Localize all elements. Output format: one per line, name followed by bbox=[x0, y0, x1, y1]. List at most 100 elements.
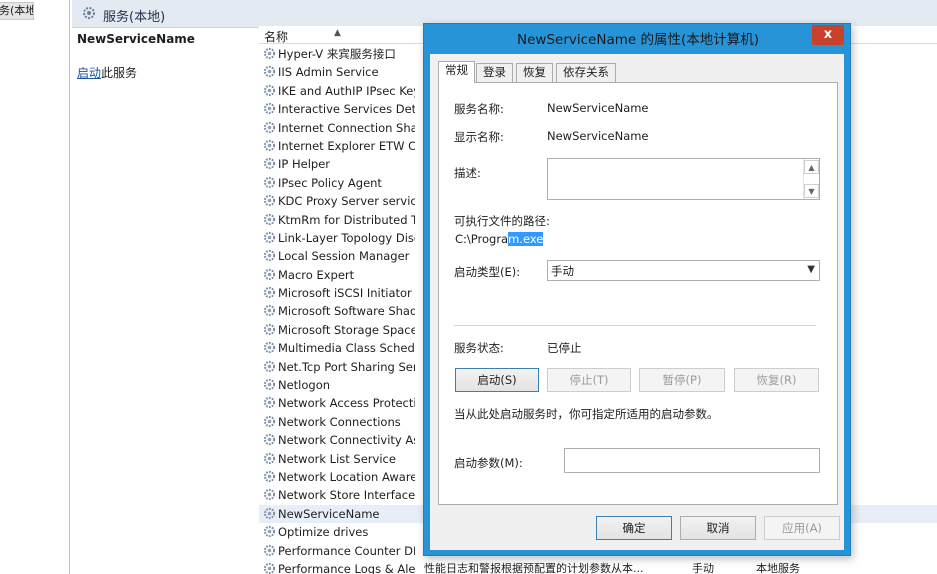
service-row-name: Macro Expert bbox=[278, 267, 355, 282]
dialog-title: NewServiceName 的属性(本地计算机) bbox=[517, 32, 759, 48]
description-box[interactable]: ▲ ▼ bbox=[547, 158, 820, 200]
service-status-label: 服务状态: bbox=[454, 341, 504, 355]
service-gear-icon bbox=[263, 213, 276, 226]
scroll-down-icon[interactable]: ▼ bbox=[804, 184, 819, 198]
service-gear-icon bbox=[263, 268, 276, 281]
service-row-name: Microsoft iSCSI Initiator ... bbox=[278, 286, 415, 301]
service-gear-icon bbox=[263, 84, 276, 97]
service-row-name: Network Access Protecti... bbox=[278, 396, 415, 411]
service-gear-icon bbox=[263, 139, 276, 152]
service-row-name: Netlogon bbox=[278, 378, 331, 393]
service-name-value[interactable]: NewServiceName bbox=[547, 101, 649, 115]
service-gear-icon bbox=[263, 304, 276, 317]
path-label: 可执行文件的路径: bbox=[454, 214, 550, 228]
service-gear-icon bbox=[263, 525, 276, 538]
service-row-name: KDC Proxy Server service... bbox=[278, 194, 415, 209]
service-gear-icon bbox=[263, 396, 276, 409]
service-row-name: KtmRm for Distributed Tr... bbox=[278, 212, 415, 227]
start-service-suffix: 此服务 bbox=[101, 66, 138, 80]
resume-button[interactable]: 恢复(R) bbox=[734, 368, 819, 392]
path-value[interactable]: C:\Program.exe bbox=[455, 232, 544, 246]
tab-logon[interactable]: 登录 bbox=[476, 63, 513, 82]
close-button[interactable]: x bbox=[812, 25, 844, 45]
sort-ascending-icon: ▲ bbox=[334, 28, 341, 38]
service-gear-icon bbox=[263, 323, 276, 336]
properties-dialog: NewServiceName 的属性(本地计算机) x 常规 登录 恢复 依存关… bbox=[423, 23, 851, 556]
service-row-name: Network Connections bbox=[278, 414, 401, 429]
service-gear-icon bbox=[263, 47, 276, 60]
service-row[interactable]: Performance Logs & Aler... 性能日志和警报根据预配置的计… bbox=[259, 560, 937, 574]
services-console: 务(本地) 服务(本地) NewServiceName 启动此服务 名称 ▲ H… bbox=[0, 0, 937, 574]
service-gear-icon bbox=[263, 176, 276, 189]
service-row-name: Internet Explorer ETW C... bbox=[278, 138, 415, 153]
cancel-button[interactable]: 取消 bbox=[680, 516, 756, 540]
separator bbox=[454, 325, 816, 326]
column-header-name[interactable]: 名称 bbox=[264, 28, 288, 45]
description-scrollbar[interactable]: ▲ ▼ bbox=[803, 159, 819, 199]
scroll-up-icon[interactable]: ▲ bbox=[804, 160, 819, 174]
service-row-startup-type: 手动 bbox=[692, 561, 714, 574]
service-gear-icon bbox=[263, 360, 276, 373]
display-name-value[interactable]: NewServiceName bbox=[547, 129, 649, 143]
description-pane: NewServiceName 启动此服务 bbox=[72, 28, 257, 574]
services-gear-icon bbox=[82, 6, 96, 20]
start-service-link[interactable]: 启动 bbox=[77, 66, 101, 80]
startup-type-label: 启动类型(E): bbox=[454, 265, 521, 279]
service-row-name: Interactive Services Dete... bbox=[278, 102, 415, 117]
path-value-plain: C:\Progra bbox=[455, 232, 509, 246]
tree-item-services-local[interactable]: 务(本地) bbox=[0, 2, 34, 20]
ok-button[interactable]: 确定 bbox=[596, 516, 672, 540]
service-row-name: IKE and AuthIP IPsec Key... bbox=[278, 83, 415, 98]
service-row-name: Net.Tcp Port Sharing Ser... bbox=[278, 359, 415, 374]
startup-type-select[interactable]: 手动 ▼ bbox=[547, 260, 820, 281]
description-label: 描述: bbox=[454, 166, 481, 180]
start-params-input[interactable] bbox=[564, 448, 820, 473]
service-name-label: 服务名称: bbox=[454, 102, 504, 116]
stop-button[interactable]: 停止(T) bbox=[547, 368, 631, 392]
service-row-name: Network Location Aware... bbox=[278, 469, 415, 484]
path-value-selected: m.exe bbox=[508, 232, 544, 246]
service-gear-icon bbox=[263, 488, 276, 501]
display-name-label: 显示名称: bbox=[454, 130, 504, 144]
pause-button[interactable]: 暂停(P) bbox=[639, 368, 725, 392]
service-row-description: 性能日志和警报根据预配置的计划参数从本... bbox=[424, 561, 644, 574]
start-button[interactable]: 启动(S) bbox=[455, 368, 539, 392]
service-gear-icon bbox=[263, 286, 276, 299]
service-gear-icon bbox=[263, 415, 276, 428]
service-gear-icon bbox=[263, 470, 276, 483]
service-gear-icon bbox=[263, 341, 276, 354]
tab-general[interactable]: 常规 bbox=[438, 61, 475, 83]
service-gear-icon bbox=[263, 544, 276, 557]
dialog-body: 常规 登录 恢复 依存关系 服务名称: NewServiceName 显示名称:… bbox=[430, 54, 844, 550]
service-row-name: Network Store Interface ... bbox=[278, 488, 415, 503]
service-row-name: IPsec Policy Agent bbox=[278, 175, 382, 190]
start-service-line: 启动此服务 bbox=[77, 64, 137, 81]
service-row-name: Optimize drives bbox=[278, 525, 369, 540]
service-gear-icon bbox=[263, 249, 276, 262]
chevron-down-icon: ▼ bbox=[807, 264, 815, 275]
service-gear-icon bbox=[263, 65, 276, 78]
service-row-name: Network Connectivity Ass... bbox=[278, 433, 415, 448]
service-row-name: Microsoft Storage Space... bbox=[278, 322, 415, 337]
startup-type-value: 手动 bbox=[551, 264, 574, 278]
apply-button[interactable]: 应用(A) bbox=[764, 516, 840, 540]
service-gear-icon bbox=[263, 378, 276, 391]
start-params-label: 启动参数(M): bbox=[454, 456, 523, 470]
service-row-logon-as: 本地服务 bbox=[756, 561, 800, 574]
start-params-hint: 当从此处启动服务时，你可指定所适用的启动参数。 bbox=[454, 407, 719, 421]
tab-recovery[interactable]: 恢复 bbox=[516, 63, 553, 82]
service-gear-icon bbox=[263, 102, 276, 115]
service-row-name: Internet Connection Shari... bbox=[278, 120, 415, 135]
service-row-name: Link-Layer Topology Disc... bbox=[278, 230, 415, 245]
service-row-name: Network List Service bbox=[278, 451, 396, 466]
service-gear-icon bbox=[263, 452, 276, 465]
general-tab-page: 服务名称: NewServiceName 显示名称: NewServiceNam… bbox=[438, 82, 838, 505]
service-gear-icon bbox=[263, 562, 276, 574]
service-row-name: Multimedia Class Schedu... bbox=[278, 341, 415, 356]
service-gear-icon bbox=[263, 507, 276, 520]
tab-dependencies[interactable]: 依存关系 bbox=[556, 63, 616, 82]
panel-title: 服务(本地) bbox=[103, 10, 166, 25]
console-tree: 务(本地) bbox=[0, 0, 70, 574]
service-row-name: Local Session Manager bbox=[278, 249, 410, 264]
service-gear-icon bbox=[263, 231, 276, 244]
